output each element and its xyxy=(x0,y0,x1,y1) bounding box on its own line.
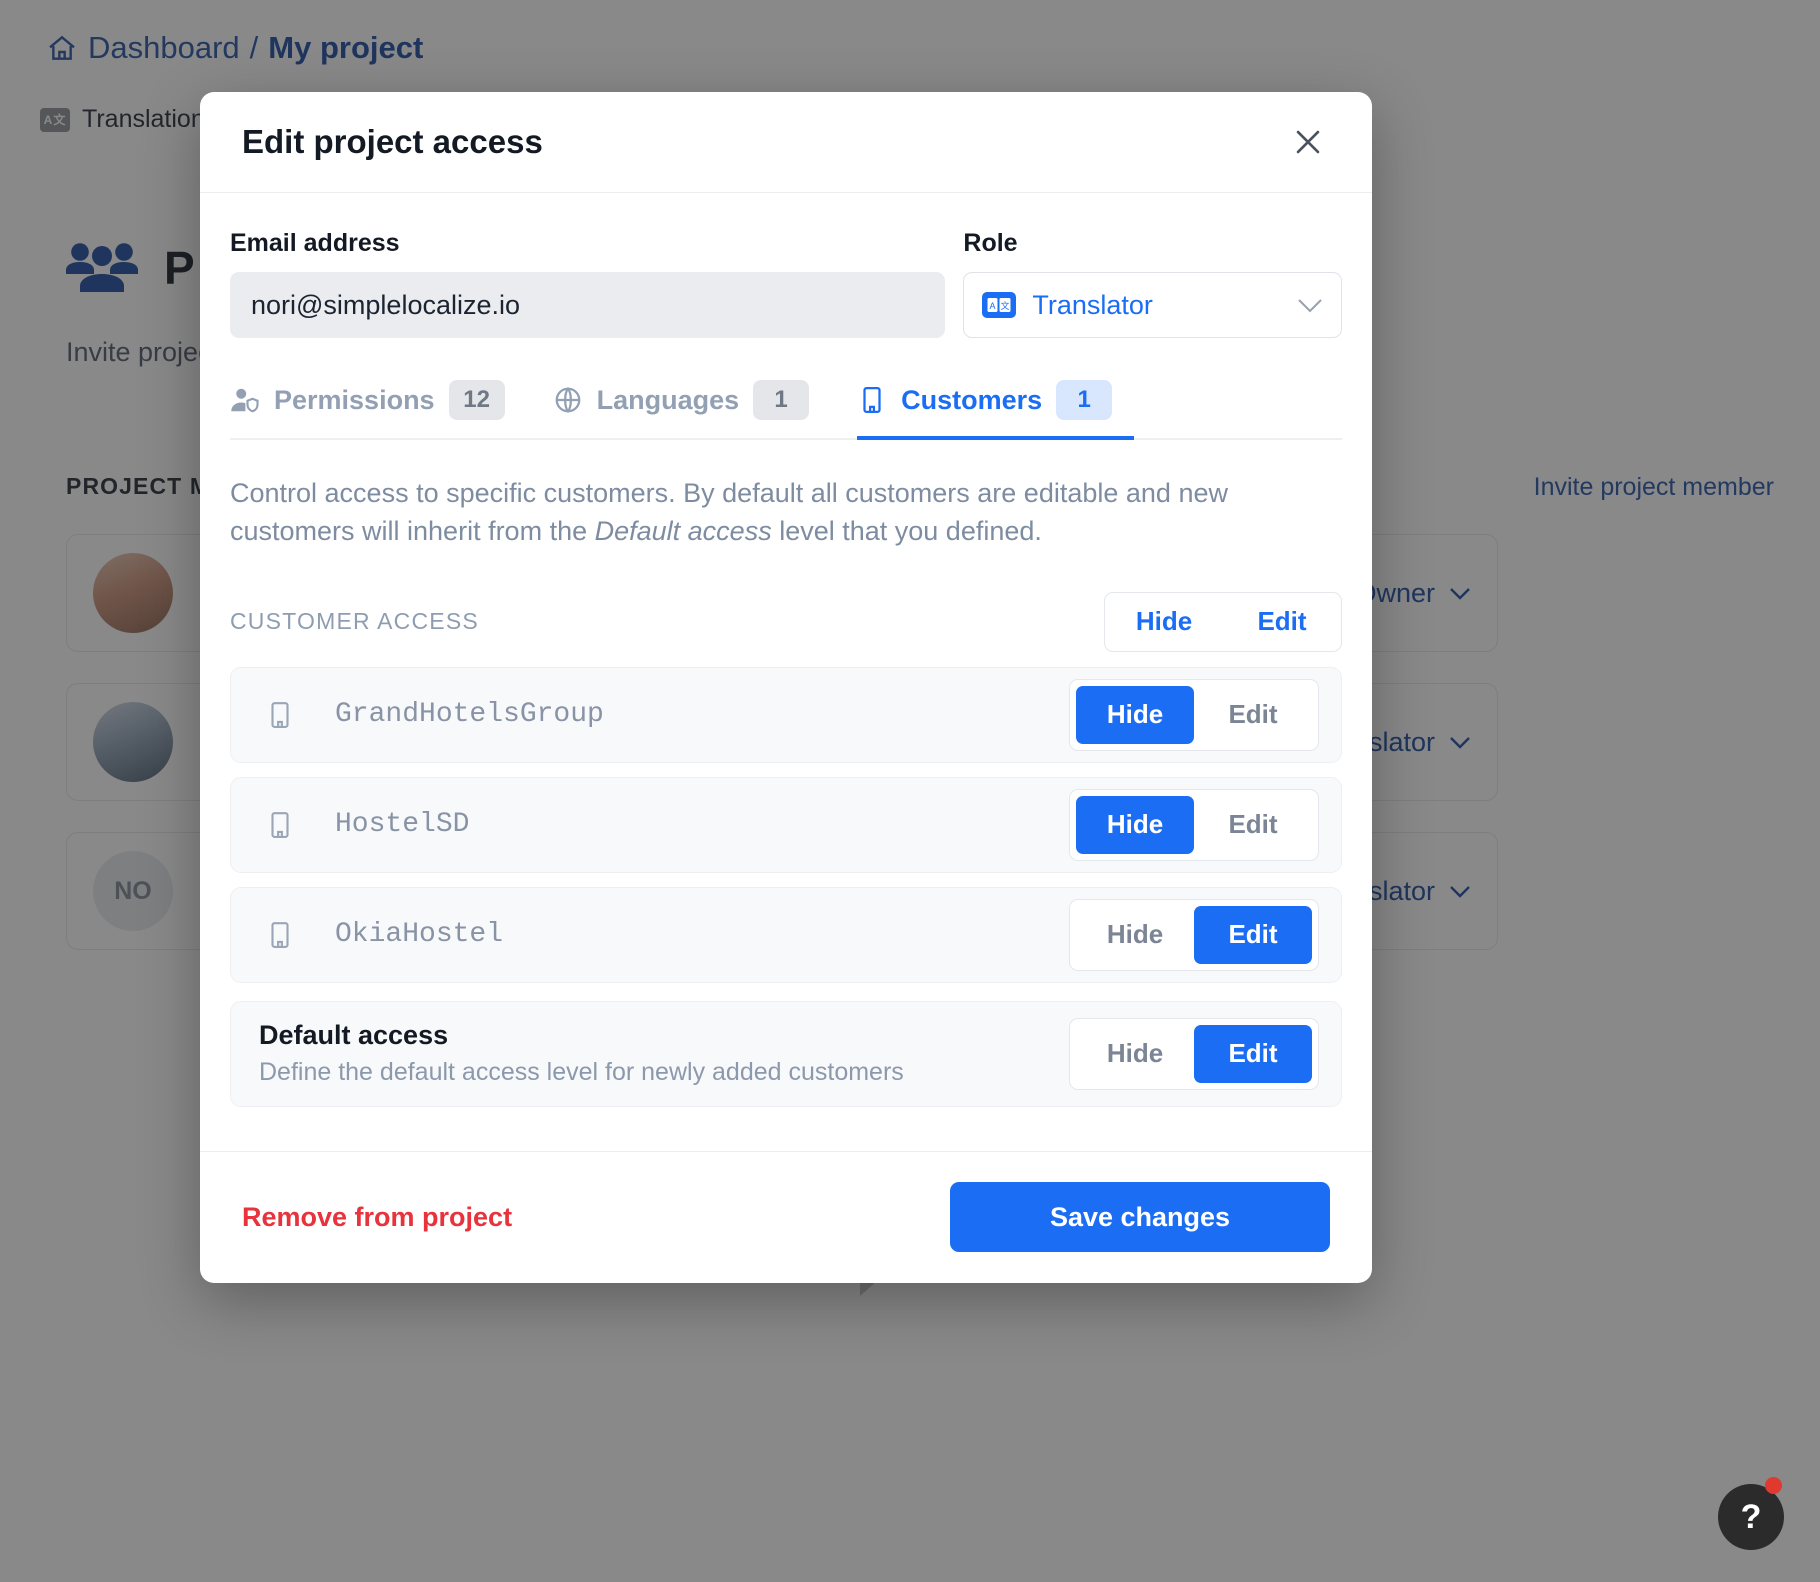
modal-body: Email address Role A 文 xyxy=(200,193,1372,1117)
role-field-group: Role A 文 Translator xyxy=(963,229,1342,338)
customer-access-toggle: Hide Edit xyxy=(1069,678,1319,751)
modal-footer: Remove from project Save changes xyxy=(200,1150,1372,1283)
help-notification-dot xyxy=(1765,1477,1782,1494)
customer-access-label: CUSTOMER ACCESS xyxy=(230,608,479,635)
default-access-row: Default access Define the default access… xyxy=(230,1000,1342,1107)
remove-from-project-button[interactable]: Remove from project xyxy=(242,1202,512,1233)
tab-languages-label: Languages xyxy=(596,384,740,415)
bulk-hide-button[interactable]: Hide xyxy=(1105,593,1223,651)
email-field-group: Email address xyxy=(230,229,946,338)
modal-title: Edit project access xyxy=(242,123,543,160)
bulk-edit-button[interactable]: Edit xyxy=(1223,593,1341,651)
tab-customers-count: 1 xyxy=(1056,380,1113,420)
customer-row: HostelSD Hide Edit xyxy=(230,776,1342,873)
customer-row: GrandHotelsGroup Hide Edit xyxy=(230,666,1342,763)
default-edit-button[interactable]: Edit xyxy=(1194,1024,1312,1083)
email-label: Email address xyxy=(230,229,400,257)
customer-access-toggle: Hide Edit xyxy=(1069,788,1319,861)
save-changes-button[interactable]: Save changes xyxy=(950,1182,1330,1253)
tab-permissions-count: 12 xyxy=(448,380,505,420)
app-page: Dashboard / My project A文 Translations P… xyxy=(0,0,1820,1582)
tab-customers-label: Customers xyxy=(901,384,1043,415)
edit-project-access-modal: Edit project access Email address Role xyxy=(200,92,1372,1283)
customer-edit-button[interactable]: Edit xyxy=(1194,905,1312,964)
panel-description-part2: level that you defined. xyxy=(771,516,1042,547)
default-access-title: Default access xyxy=(259,1020,449,1051)
modal-tabs: Permissions 12 Languages 1 Customers 1 xyxy=(230,380,1342,440)
globe-icon xyxy=(553,385,583,415)
customer-hide-button[interactable]: Hide xyxy=(1076,685,1194,744)
panel-description: Control access to specific customers. By… xyxy=(230,474,1325,551)
bulk-access-toggle: Hide Edit xyxy=(1104,591,1342,652)
panel-description-emphasis: Default access xyxy=(594,516,772,547)
user-shield-icon xyxy=(230,385,260,415)
customer-hide-button[interactable]: Hide xyxy=(1076,906,1194,964)
tab-customers[interactable]: Customers 1 xyxy=(857,380,1135,440)
role-value: Translator xyxy=(1032,289,1153,320)
form-row: Email address Role A 文 xyxy=(230,229,1342,338)
building-icon xyxy=(857,385,887,415)
svg-text:A: A xyxy=(990,301,996,311)
customer-edit-button[interactable]: Edit xyxy=(1194,796,1312,854)
tab-languages-count: 1 xyxy=(753,380,810,420)
building-icon xyxy=(265,698,295,732)
customer-access-toggle: Hide Edit xyxy=(1069,898,1319,971)
customer-row: OkiaHostel Hide Edit xyxy=(230,886,1342,983)
tab-permissions[interactable]: Permissions 12 xyxy=(230,380,527,440)
tab-permissions-label: Permissions xyxy=(274,384,435,415)
building-icon xyxy=(265,808,295,842)
translate-icon: A 文 xyxy=(982,292,1017,318)
customer-name: HostelSD xyxy=(335,809,470,841)
role-label: Role xyxy=(963,229,1018,257)
default-access-text: Default access Define the default access… xyxy=(259,1020,904,1087)
role-select[interactable]: A 文 Translator xyxy=(963,272,1342,338)
customer-hide-button[interactable]: Hide xyxy=(1076,795,1194,854)
customer-access-header: CUSTOMER ACCESS Hide Edit xyxy=(230,591,1342,653)
default-access-toggle: Hide Edit xyxy=(1069,1017,1319,1090)
building-icon xyxy=(265,918,295,952)
svg-text:文: 文 xyxy=(1001,300,1010,312)
customer-name: OkiaHostel xyxy=(335,919,504,951)
chevron-down-icon xyxy=(1297,298,1323,313)
tab-languages[interactable]: Languages 1 xyxy=(553,380,832,440)
customer-name: GrandHotelsGroup xyxy=(335,699,604,731)
modal-header: Edit project access xyxy=(200,92,1372,193)
close-icon[interactable] xyxy=(1286,120,1330,164)
default-access-subtitle: Define the default access level for newl… xyxy=(259,1058,904,1087)
default-hide-button[interactable]: Hide xyxy=(1076,1025,1194,1083)
email-input[interactable] xyxy=(230,272,946,338)
customer-edit-button[interactable]: Edit xyxy=(1194,686,1312,744)
